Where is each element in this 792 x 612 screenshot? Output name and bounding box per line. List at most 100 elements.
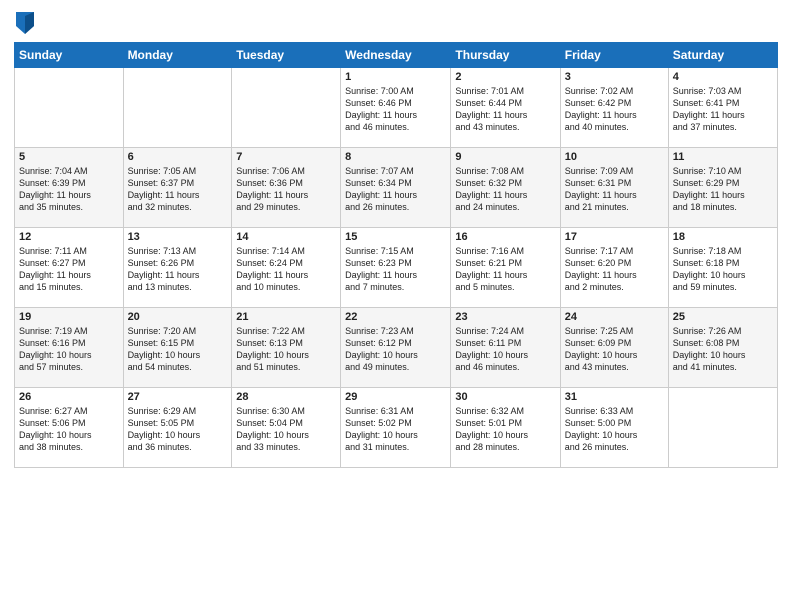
day-info: Sunrise: 7:11 AM Sunset: 6:27 PM Dayligh… <box>19 245 119 294</box>
calendar-cell: 15 Sunrise: 7:15 AM Sunset: 6:23 PM Dayli… <box>341 228 451 308</box>
weekday-header-saturday: Saturday <box>668 43 777 68</box>
calendar-cell: 29 Sunrise: 6:31 AM Sunset: 5:02 PM Dayli… <box>341 388 451 468</box>
calendar-cell: 22 Sunrise: 7:23 AM Sunset: 6:12 PM Dayli… <box>341 308 451 388</box>
calendar-cell: 7 Sunrise: 7:06 AM Sunset: 6:36 PM Daylig… <box>232 148 341 228</box>
calendar-cell: 11 Sunrise: 7:10 AM Sunset: 6:29 PM Dayli… <box>668 148 777 228</box>
weekday-header-friday: Friday <box>560 43 668 68</box>
day-info: Sunrise: 7:19 AM Sunset: 6:16 PM Dayligh… <box>19 325 119 374</box>
week-row-2: 5 Sunrise: 7:04 AM Sunset: 6:39 PM Daylig… <box>15 148 778 228</box>
logo <box>14 14 34 34</box>
day-number: 20 <box>128 311 228 323</box>
day-info: Sunrise: 7:07 AM Sunset: 6:34 PM Dayligh… <box>345 165 446 214</box>
weekday-header-row: SundayMondayTuesdayWednesdayThursdayFrid… <box>15 43 778 68</box>
day-info: Sunrise: 7:09 AM Sunset: 6:31 PM Dayligh… <box>565 165 664 214</box>
day-number: 21 <box>236 311 336 323</box>
day-number: 13 <box>128 231 228 243</box>
calendar-cell <box>15 68 124 148</box>
day-number: 3 <box>565 71 664 83</box>
day-info: Sunrise: 7:26 AM Sunset: 6:08 PM Dayligh… <box>673 325 773 374</box>
calendar-cell: 12 Sunrise: 7:11 AM Sunset: 6:27 PM Dayli… <box>15 228 124 308</box>
day-number: 14 <box>236 231 336 243</box>
day-info: Sunrise: 7:25 AM Sunset: 6:09 PM Dayligh… <box>565 325 664 374</box>
day-number: 26 <box>19 391 119 403</box>
calendar-cell: 31Sunrise: 6:33 AM Sunset: 5:00 PM Dayli… <box>560 388 668 468</box>
day-number: 1 <box>345 71 446 83</box>
logo-icon <box>16 12 34 34</box>
weekday-header-monday: Monday <box>123 43 232 68</box>
calendar-cell: 17 Sunrise: 7:17 AM Sunset: 6:20 PM Dayli… <box>560 228 668 308</box>
calendar-cell: 2 Sunrise: 7:01 AM Sunset: 6:44 PM Daylig… <box>451 68 560 148</box>
day-number: 5 <box>19 151 119 163</box>
weekday-header-thursday: Thursday <box>451 43 560 68</box>
week-row-3: 12 Sunrise: 7:11 AM Sunset: 6:27 PM Dayli… <box>15 228 778 308</box>
calendar-cell: 20 Sunrise: 7:20 AM Sunset: 6:15 PM Dayli… <box>123 308 232 388</box>
day-info: Sunrise: 7:16 AM Sunset: 6:21 PM Dayligh… <box>455 245 555 294</box>
day-number: 2 <box>455 71 555 83</box>
day-info: Sunrise: 7:03 AM Sunset: 6:41 PM Dayligh… <box>673 85 773 134</box>
calendar-cell: 3 Sunrise: 7:02 AM Sunset: 6:42 PM Daylig… <box>560 68 668 148</box>
calendar-cell: 25 Sunrise: 7:26 AM Sunset: 6:08 PM Dayli… <box>668 308 777 388</box>
day-info: Sunrise: 6:32 AM Sunset: 5:01 PM Dayligh… <box>455 405 555 454</box>
week-row-4: 19 Sunrise: 7:19 AM Sunset: 6:16 PM Dayli… <box>15 308 778 388</box>
day-info: Sunrise: 7:04 AM Sunset: 6:39 PM Dayligh… <box>19 165 119 214</box>
calendar-cell: 4Sunrise: 7:03 AM Sunset: 6:41 PM Daylig… <box>668 68 777 148</box>
calendar-cell: 16 Sunrise: 7:16 AM Sunset: 6:21 PM Dayli… <box>451 228 560 308</box>
calendar-cell: 10Sunrise: 7:09 AM Sunset: 6:31 PM Dayli… <box>560 148 668 228</box>
day-number: 25 <box>673 311 773 323</box>
day-number: 31 <box>565 391 664 403</box>
calendar-cell: 9 Sunrise: 7:08 AM Sunset: 6:32 PM Daylig… <box>451 148 560 228</box>
day-number: 19 <box>19 311 119 323</box>
day-info: Sunrise: 7:20 AM Sunset: 6:15 PM Dayligh… <box>128 325 228 374</box>
calendar-cell <box>123 68 232 148</box>
day-info: Sunrise: 7:24 AM Sunset: 6:11 PM Dayligh… <box>455 325 555 374</box>
calendar-cell: 14 Sunrise: 7:14 AM Sunset: 6:24 PM Dayli… <box>232 228 341 308</box>
day-number: 27 <box>128 391 228 403</box>
day-info: Sunrise: 7:02 AM Sunset: 6:42 PM Dayligh… <box>565 85 664 134</box>
day-number: 30 <box>455 391 555 403</box>
calendar-cell: 23Sunrise: 7:24 AM Sunset: 6:11 PM Dayli… <box>451 308 560 388</box>
week-row-1: 1 Sunrise: 7:00 AM Sunset: 6:46 PM Daylig… <box>15 68 778 148</box>
weekday-header-sunday: Sunday <box>15 43 124 68</box>
day-number: 18 <box>673 231 773 243</box>
weekday-header-wednesday: Wednesday <box>341 43 451 68</box>
day-info: Sunrise: 7:05 AM Sunset: 6:37 PM Dayligh… <box>128 165 228 214</box>
calendar-cell: 13 Sunrise: 7:13 AM Sunset: 6:26 PM Dayli… <box>123 228 232 308</box>
day-info: Sunrise: 7:14 AM Sunset: 6:24 PM Dayligh… <box>236 245 336 294</box>
weekday-header-tuesday: Tuesday <box>232 43 341 68</box>
calendar-cell: 26 Sunrise: 6:27 AM Sunset: 5:06 PM Dayli… <box>15 388 124 468</box>
day-info: Sunrise: 7:10 AM Sunset: 6:29 PM Dayligh… <box>673 165 773 214</box>
day-info: Sunrise: 7:08 AM Sunset: 6:32 PM Dayligh… <box>455 165 555 214</box>
calendar-cell: 24Sunrise: 7:25 AM Sunset: 6:09 PM Dayli… <box>560 308 668 388</box>
calendar-cell: 6 Sunrise: 7:05 AM Sunset: 6:37 PM Daylig… <box>123 148 232 228</box>
week-row-5: 26 Sunrise: 6:27 AM Sunset: 5:06 PM Dayli… <box>15 388 778 468</box>
day-number: 6 <box>128 151 228 163</box>
day-info: Sunrise: 7:23 AM Sunset: 6:12 PM Dayligh… <box>345 325 446 374</box>
day-info: Sunrise: 6:29 AM Sunset: 5:05 PM Dayligh… <box>128 405 228 454</box>
day-info: Sunrise: 7:00 AM Sunset: 6:46 PM Dayligh… <box>345 85 446 134</box>
day-number: 17 <box>565 231 664 243</box>
day-info: Sunrise: 7:06 AM Sunset: 6:36 PM Dayligh… <box>236 165 336 214</box>
day-number: 7 <box>236 151 336 163</box>
day-info: Sunrise: 7:17 AM Sunset: 6:20 PM Dayligh… <box>565 245 664 294</box>
day-number: 11 <box>673 151 773 163</box>
calendar-cell: 28Sunrise: 6:30 AM Sunset: 5:04 PM Dayli… <box>232 388 341 468</box>
calendar-cell: 30 Sunrise: 6:32 AM Sunset: 5:01 PM Dayli… <box>451 388 560 468</box>
day-info: Sunrise: 6:31 AM Sunset: 5:02 PM Dayligh… <box>345 405 446 454</box>
day-info: Sunrise: 7:18 AM Sunset: 6:18 PM Dayligh… <box>673 245 773 294</box>
page: SundayMondayTuesdayWednesdayThursdayFrid… <box>0 0 792 612</box>
day-number: 22 <box>345 311 446 323</box>
day-info: Sunrise: 7:15 AM Sunset: 6:23 PM Dayligh… <box>345 245 446 294</box>
day-number: 9 <box>455 151 555 163</box>
calendar-table: SundayMondayTuesdayWednesdayThursdayFrid… <box>14 42 778 468</box>
calendar-cell: 21Sunrise: 7:22 AM Sunset: 6:13 PM Dayli… <box>232 308 341 388</box>
day-info: Sunrise: 7:01 AM Sunset: 6:44 PM Dayligh… <box>455 85 555 134</box>
day-number: 12 <box>19 231 119 243</box>
calendar-cell: 27 Sunrise: 6:29 AM Sunset: 5:05 PM Dayli… <box>123 388 232 468</box>
day-number: 15 <box>345 231 446 243</box>
day-info: Sunrise: 6:27 AM Sunset: 5:06 PM Dayligh… <box>19 405 119 454</box>
calendar-cell <box>668 388 777 468</box>
calendar-cell: 18 Sunrise: 7:18 AM Sunset: 6:18 PM Dayli… <box>668 228 777 308</box>
day-info: Sunrise: 7:13 AM Sunset: 6:26 PM Dayligh… <box>128 245 228 294</box>
day-number: 29 <box>345 391 446 403</box>
day-number: 16 <box>455 231 555 243</box>
